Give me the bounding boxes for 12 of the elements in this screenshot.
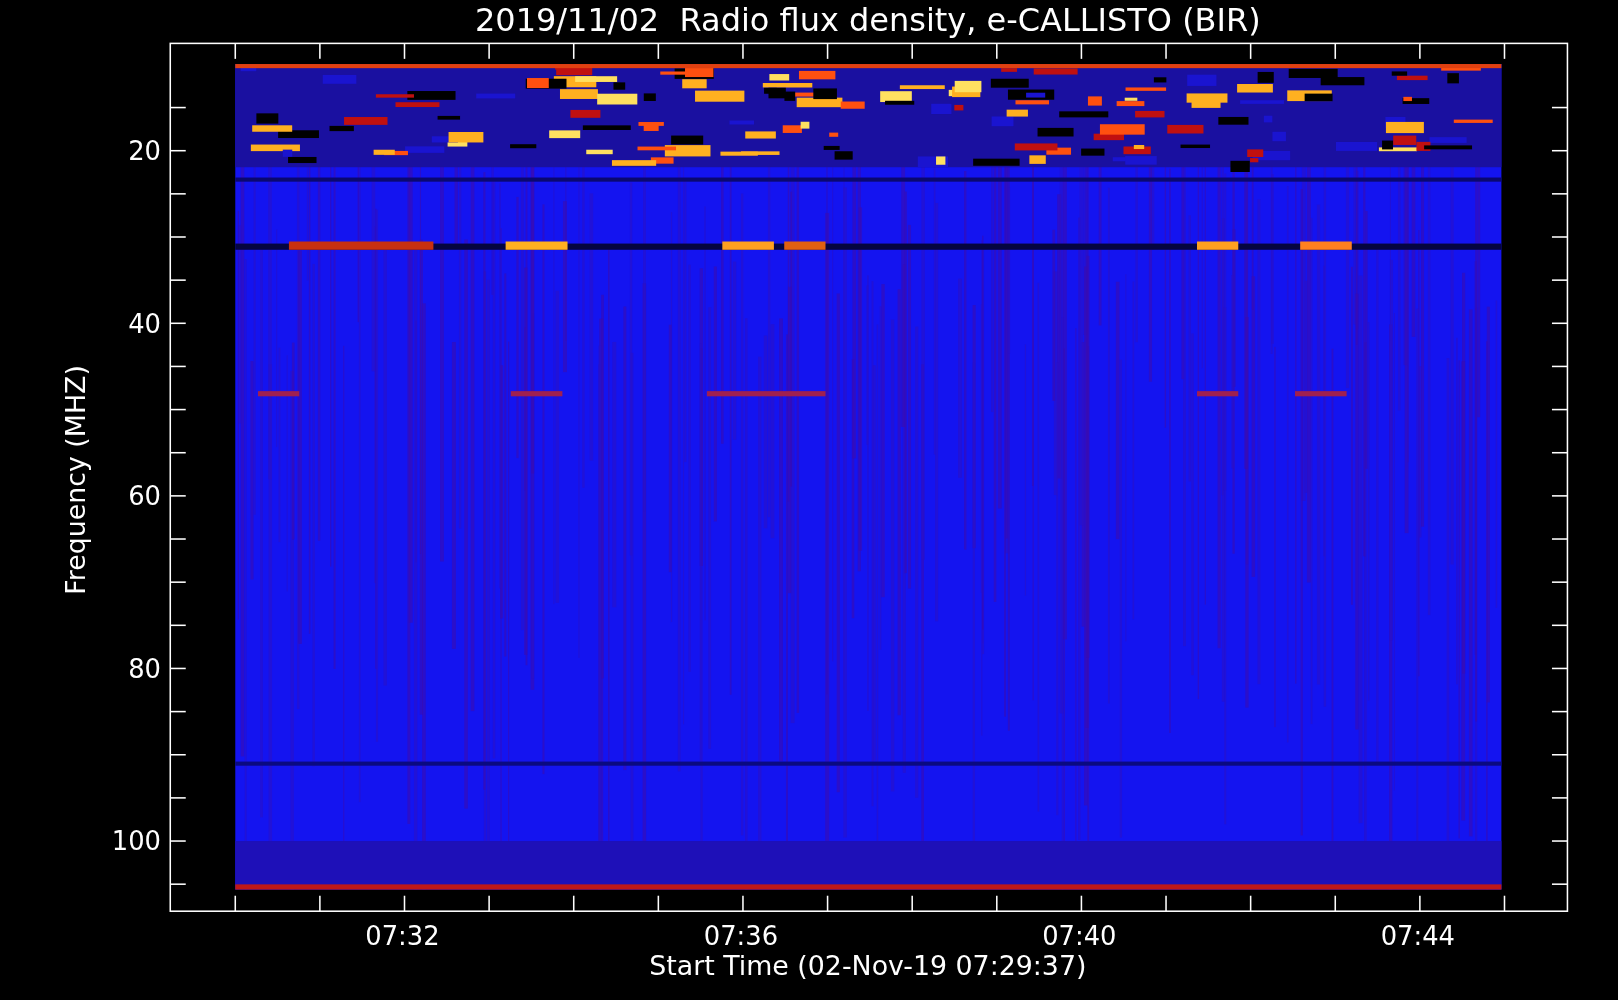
x-tick-label: 07:44: [1380, 921, 1455, 952]
y-tick-label: 40: [128, 308, 161, 339]
y-tick-label: 100: [111, 826, 161, 857]
y-axis-label: Frequency (MHZ): [59, 365, 91, 595]
chart-title: 2019/11/02 Radio flux density, e-CALLISTO (BIR): [474, 1, 1261, 39]
x-axis-label: Start Time (02-Nov-19 07:29:37): [649, 950, 1087, 982]
y-tick-label: 60: [128, 481, 161, 512]
y-tick-label: 20: [128, 136, 161, 166]
x-tick-label: 07:32: [365, 921, 440, 952]
x-tick-label: 07:36: [703, 921, 779, 952]
y-tick-label: 80: [128, 653, 161, 684]
x-tick-label: 07:40: [1042, 921, 1117, 952]
